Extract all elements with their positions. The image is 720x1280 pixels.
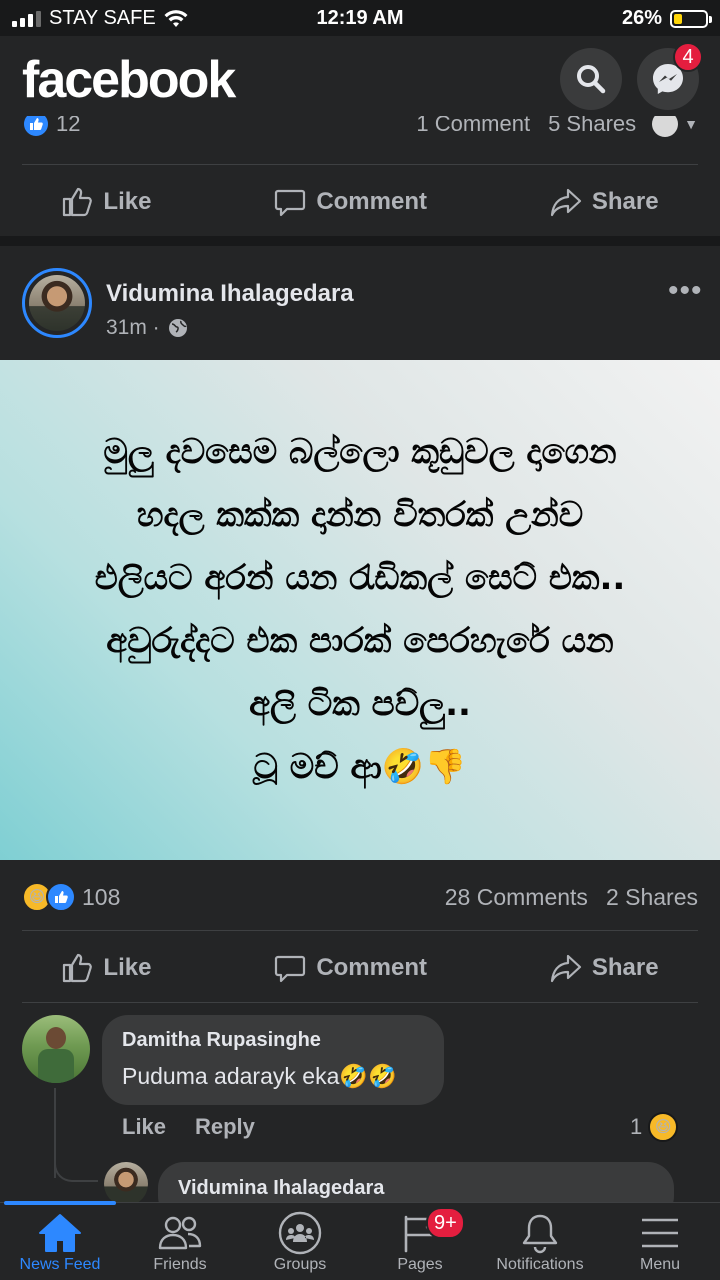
clock: 12:19 AM <box>316 7 404 29</box>
home-icon <box>39 1214 81 1252</box>
more-options-icon[interactable]: ••• <box>668 274 703 308</box>
post-text-line: අවුරුද්දට එක පාරක් පෙරහැරේ යන <box>106 621 614 661</box>
tab-friends[interactable]: Friends <box>120 1203 240 1280</box>
share-count[interactable]: 2 Shares <box>606 884 698 911</box>
post-text-line: හදල කක්ක දාන්න විතරක් උන්ව <box>136 495 584 535</box>
reply-author-avatar[interactable] <box>104 1162 148 1206</box>
tab-pages-label: Pages <box>397 1256 443 1273</box>
post-meta: 31m · <box>106 316 188 340</box>
share-label: Share <box>591 954 659 981</box>
search-button[interactable] <box>560 48 622 110</box>
post-text-line: එලියට අරන් යන රැඩිකල් සෙට් එක.. <box>94 558 626 598</box>
post-author-avatar[interactable] <box>22 268 92 338</box>
share-button[interactable]: Share <box>550 186 659 218</box>
tab-notifications[interactable]: Notifications <box>480 1203 600 1280</box>
share-icon <box>550 188 581 217</box>
status-bar: STAY SAFE 12:19 AM 26% <box>0 0 720 36</box>
comment-label: Comment <box>316 954 427 981</box>
tab-friends-label: Friends <box>153 1256 207 1273</box>
like-reaction-icon <box>46 882 76 912</box>
thumbs-up-icon <box>63 953 93 983</box>
tab-notifications-label: Notifications <box>496 1256 584 1273</box>
tab-pages[interactable]: 9+ Pages <box>360 1203 480 1280</box>
like-label: Like <box>103 954 152 981</box>
pages-badge: 9+ <box>426 1207 465 1239</box>
thumbs-up-icon <box>63 187 93 217</box>
comment-reply-link[interactable]: Reply <box>195 1114 255 1140</box>
tab-groups[interactable]: Groups <box>240 1203 360 1280</box>
previous-post-actions: Like Comment Share <box>0 174 720 230</box>
active-tab-indicator <box>4 1201 116 1205</box>
post-text-line: මුලු දවසෙම බල්ලො කූඩුවල දාගෙන <box>103 432 617 472</box>
comment-count[interactable]: 28 Comments <box>445 884 588 911</box>
audience-avatar[interactable] <box>652 116 679 137</box>
previous-post-stats: 12 1 Comment 5 Shares ▼ <box>0 116 720 144</box>
comment-bubble[interactable]: Damitha Rupasinghe Puduma adarayk eka🤣🤣 <box>102 1015 444 1105</box>
comment-button[interactable]: Comment <box>274 952 427 984</box>
tab-groups-label: Groups <box>273 1256 327 1273</box>
friends-icon <box>158 1216 202 1250</box>
thread-connector <box>54 1150 98 1182</box>
bell-icon <box>522 1214 558 1254</box>
comment-reactions[interactable]: 1 😆 <box>630 1112 679 1142</box>
post-time[interactable]: 31m · <box>106 316 160 340</box>
comment-icon <box>275 189 306 217</box>
facebook-logo[interactable]: facebook <box>22 50 236 110</box>
messenger-badge: 4 <box>673 42 703 72</box>
globe-icon <box>168 319 187 337</box>
share-icon <box>550 954 581 983</box>
comment-button[interactable]: Comment <box>274 186 427 218</box>
post-stats: 😆 108 28 Comments 2 Shares <box>0 880 720 914</box>
previous-post-like-count: 12 <box>56 116 81 136</box>
post-text: මුලු දවසෙම බල්ලො කූඩුවල දාගෙන හදල කක්ක ද… <box>95 421 626 799</box>
reaction-count[interactable]: 108 <box>82 884 120 911</box>
comment-author[interactable]: Damitha Rupasinghe <box>122 1029 321 1052</box>
search-icon <box>577 65 606 94</box>
commenter-avatar[interactable] <box>22 1015 90 1083</box>
tab-news-feed-label: News Feed <box>19 1256 101 1273</box>
groups-icon <box>278 1211 322 1255</box>
like-label: Like <box>103 188 152 215</box>
post-author-name[interactable]: Vidumina Ihalagedara <box>106 280 354 308</box>
comment-like-link[interactable]: Like <box>122 1114 166 1140</box>
share-button[interactable]: Share <box>550 952 659 984</box>
app-header: facebook 4 <box>0 36 720 120</box>
messenger-button[interactable]: 4 <box>637 42 703 110</box>
battery-icon <box>670 9 712 28</box>
hamburger-menu-icon <box>642 1218 678 1248</box>
reply-author[interactable]: Vidumina Ihalagedara <box>178 1177 384 1200</box>
tab-menu-label: Menu <box>639 1256 681 1273</box>
post-text-card[interactable]: මුලු දවසෙම බල්ලො කූඩුවල දාගෙන හදල කක්ක ද… <box>0 360 720 860</box>
comment-icon <box>275 955 306 983</box>
like-button[interactable]: Like <box>61 952 151 984</box>
tab-news-feed[interactable]: News Feed <box>0 1203 120 1280</box>
comment-label: Comment <box>316 188 427 215</box>
chevron-down-icon[interactable]: ▼ <box>684 116 698 132</box>
share-label: Share <box>591 188 659 215</box>
bottom-nav: News Feed Friends Groups 9+ Pages Notifi… <box>0 1202 720 1280</box>
comment-reaction-count: 1 <box>630 1114 643 1139</box>
post-text-line: අලි ටික පව්ලු.. <box>249 684 471 724</box>
previous-post-comment-count[interactable]: 1 Comment <box>416 116 530 137</box>
post-actions: Like Comment Share <box>0 940 720 996</box>
post-text-line: ටූ මච් ආ🤣👎 <box>253 747 467 787</box>
like-reaction-icon <box>22 116 50 138</box>
previous-post-share-count[interactable]: 5 Shares <box>548 116 636 137</box>
like-button[interactable]: Like <box>61 186 151 218</box>
previous-post: 12 1 Comment 5 Shares ▼ Like Comment Sha… <box>0 116 720 236</box>
battery-percent: 26% <box>621 7 662 29</box>
comment-text: Puduma adarayk eka🤣🤣 <box>122 1063 397 1089</box>
tab-menu[interactable]: Menu <box>600 1203 720 1280</box>
haha-reaction-icon: 😆 <box>648 1112 679 1142</box>
